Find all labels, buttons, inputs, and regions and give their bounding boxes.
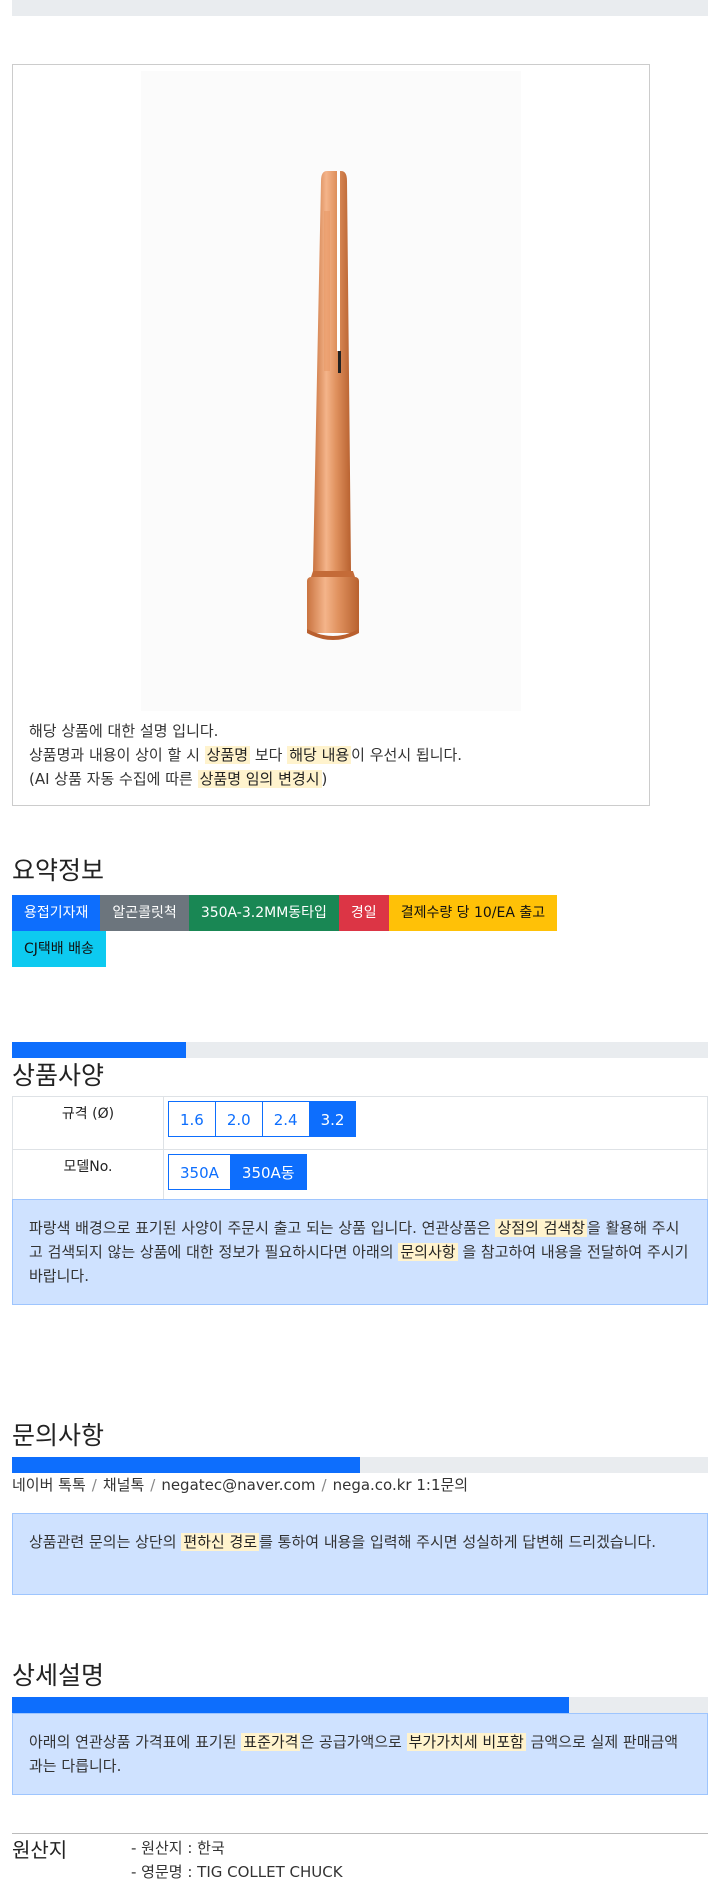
spec-option-button[interactable]: 3.2 [308, 1101, 357, 1137]
spec-option-button[interactable]: 350A [168, 1154, 231, 1190]
product-image-card: 해당 상품에 대한 설명 입니다. 상품명과 내용이 상이 할 시 상품명 보다… [12, 64, 650, 806]
top-progress-bar [12, 0, 708, 16]
spec-option-button[interactable]: 2.4 [261, 1101, 310, 1137]
spec-row-options: 350A 350A동 [163, 1149, 708, 1203]
summary-title: 요약정보 [12, 856, 105, 885]
origin-info: - 원산지 : 한국 - 영문명 : TIG COLLET CHUCK [131, 1836, 343, 1884]
spec-option-button[interactable]: 2.0 [214, 1101, 263, 1137]
desc-line-1: 해당 상품에 대한 설명 입니다. [29, 722, 219, 740]
inquiry-link[interactable]: nega.co.kr 1:1문의 [333, 1476, 469, 1494]
spec-table: 규격 (Ø) 1.6 2.0 2.4 3.2 모델No. 350A 350A동 [12, 1096, 708, 1203]
inquiry-link[interactable]: 채널톡 [103, 1476, 144, 1494]
summary-badges: 용접기자재 알곤콜릿척 350A-3.2MM동타입 경일 결제수량 당 10/EA 출고… [12, 895, 712, 967]
collet-image [307, 171, 359, 640]
inquiry-links: 네이버 톡톡 / 채널톡 / negatec@naver.com / nega.co.kr … [12, 1474, 468, 1495]
detail-progress-fill [12, 1697, 569, 1713]
inquiry-title: 문의사항 [12, 1421, 105, 1450]
link-separator: / [150, 1476, 156, 1494]
spec-notice: 파랑색 배경으로 표기된 사양이 주문시 출고 되는 상품 입니다. 연관상품은… [12, 1199, 708, 1305]
desc-line-2: 상품명과 내용이 상이 할 시 상품명 보다 해당 내용 이 우선시 됩니다. [29, 746, 463, 764]
summary-badge: 결제수량 당 10/EA 출고 [388, 895, 558, 931]
spec-progress [12, 1042, 708, 1058]
detail-progress [12, 1697, 708, 1713]
summary-badge: 용접기자재 [12, 895, 101, 931]
link-separator: / [91, 1476, 97, 1494]
origin-label: 원산지 [12, 1838, 68, 1862]
spec-option-button[interactable]: 350A동 [229, 1154, 307, 1190]
summary-badge: 350A-3.2MM동타입 [188, 895, 339, 931]
spec-row: 규격 (Ø) 1.6 2.0 2.4 3.2 [12, 1096, 708, 1150]
detail-title: 상세설명 [12, 1661, 105, 1690]
detail-notice: 아래의 연관상품 가격표에 표기된 표준가격 은 공급가액으로 부가가치세 비포함… [12, 1713, 708, 1795]
spec-row-options: 1.6 2.0 2.4 3.2 [163, 1096, 708, 1150]
product-photo [141, 71, 521, 711]
origin-divider [12, 1833, 708, 1834]
summary-badge: CJ택배 배송 [12, 931, 106, 967]
inquiry-link[interactable]: negatec@naver.com [161, 1476, 315, 1494]
inquiry-link[interactable]: 네이버 톡톡 [12, 1476, 86, 1494]
origin-line-2: - 영문명 : TIG COLLET CHUCK [131, 1863, 343, 1881]
spec-title: 상품사양 [12, 1061, 105, 1090]
inquiry-progress [12, 1457, 708, 1473]
spec-row-label: 모델No. [12, 1149, 164, 1203]
summary-badge: 경일 [338, 895, 389, 931]
inquiry-notice: 상품관련 문의는 상단의 편하신 경로 를 통하여 내용을 입력해 주시면 성실하… [12, 1513, 708, 1595]
spec-option-button[interactable]: 1.6 [168, 1101, 216, 1137]
link-separator: / [321, 1476, 327, 1494]
spec-row-label: 규격 (Ø) [12, 1096, 164, 1150]
product-description: 해당 상품에 대한 설명 입니다. 상품명과 내용이 상이 할 시 상품명 보다… [29, 719, 462, 791]
summary-badge: 알곤콜릿척 [100, 895, 189, 931]
spec-row: 모델No. 350A 350A동 [12, 1149, 708, 1203]
desc-line-3: (AI 상품 자동 수집에 따른 상품명 임의 변경시) [29, 770, 328, 788]
origin-line-1: - 원산지 : 한국 [131, 1839, 225, 1857]
inquiry-progress-fill [12, 1457, 360, 1473]
